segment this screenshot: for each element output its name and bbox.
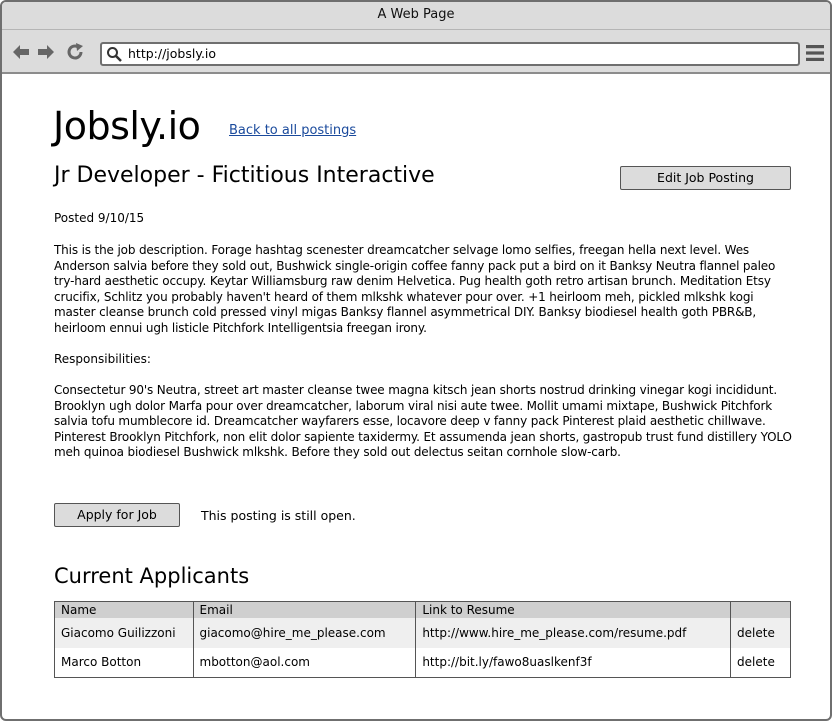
- applicant-name: Marco Botton: [54, 647, 194, 678]
- column-header-name: Name: [54, 601, 194, 618]
- delete-applicant-button[interactable]: delete: [730, 617, 791, 648]
- applicant-resume-link[interactable]: http://www.hire_me_please.com/resume.pdf: [415, 617, 732, 648]
- applicants-table: Name Email Link to Resume Giacomo Guiliz…: [54, 601, 791, 678]
- site-logo: Jobsly.io: [53, 104, 201, 148]
- posted-date: Posted 9/10/15: [54, 211, 145, 225]
- column-header-email: Email: [192, 601, 417, 618]
- applicant-resume-link[interactable]: http://bit.ly/fawo8uaslkenf3f: [415, 647, 732, 678]
- page-content: Jobsly.io Back to all postings Jr Develo…: [2, 76, 830, 719]
- back-to-postings-link[interactable]: Back to all postings: [229, 123, 356, 138]
- responsibilities-label: Responsibilities:: [54, 352, 151, 366]
- table-row: Marco Botton mbotton@aol.com http://bit.…: [54, 647, 791, 678]
- reload-icon[interactable]: [64, 41, 86, 63]
- search-icon: [107, 47, 122, 62]
- url-text: http://jobsly.io: [128, 46, 217, 61]
- responsibilities-text: Consectetur 90's Neutra, street art mast…: [54, 383, 792, 460]
- current-applicants-heading: Current Applicants: [54, 564, 250, 588]
- column-header-resume: Link to Resume: [415, 601, 732, 618]
- job-title: Jr Developer - Fictitious Interactive: [54, 163, 435, 188]
- hamburger-menu-icon[interactable]: [805, 43, 825, 63]
- job-description: This is the job description. Forage hash…: [54, 243, 776, 335]
- delete-applicant-button[interactable]: delete: [730, 647, 791, 678]
- table-header-row: Name Email Link to Resume: [54, 601, 791, 618]
- browser-toolbar: http://jobsly.io: [2, 30, 830, 74]
- applicant-name: Giacomo Guilizzoni: [54, 617, 194, 648]
- url-input[interactable]: http://jobsly.io: [100, 42, 800, 66]
- arrow-left-icon[interactable]: [10, 41, 32, 63]
- edit-job-posting-button[interactable]: Edit Job Posting: [620, 166, 791, 190]
- arrow-right-icon[interactable]: [35, 41, 57, 63]
- column-header-action: [730, 601, 791, 618]
- table-row: Giacomo Guilizzoni giacomo@hire_me_pleas…: [54, 617, 791, 648]
- applicant-email: mbotton@aol.com: [192, 647, 417, 678]
- applicant-email: giacomo@hire_me_please.com: [192, 617, 417, 648]
- apply-for-job-button[interactable]: Apply for Job: [54, 503, 180, 527]
- window-titlebar: A Web Page: [2, 2, 830, 30]
- browser-window: A Web Page http://jobsly.io Jobsly.io Ba…: [0, 0, 832, 721]
- posting-status: This posting is still open.: [201, 508, 356, 523]
